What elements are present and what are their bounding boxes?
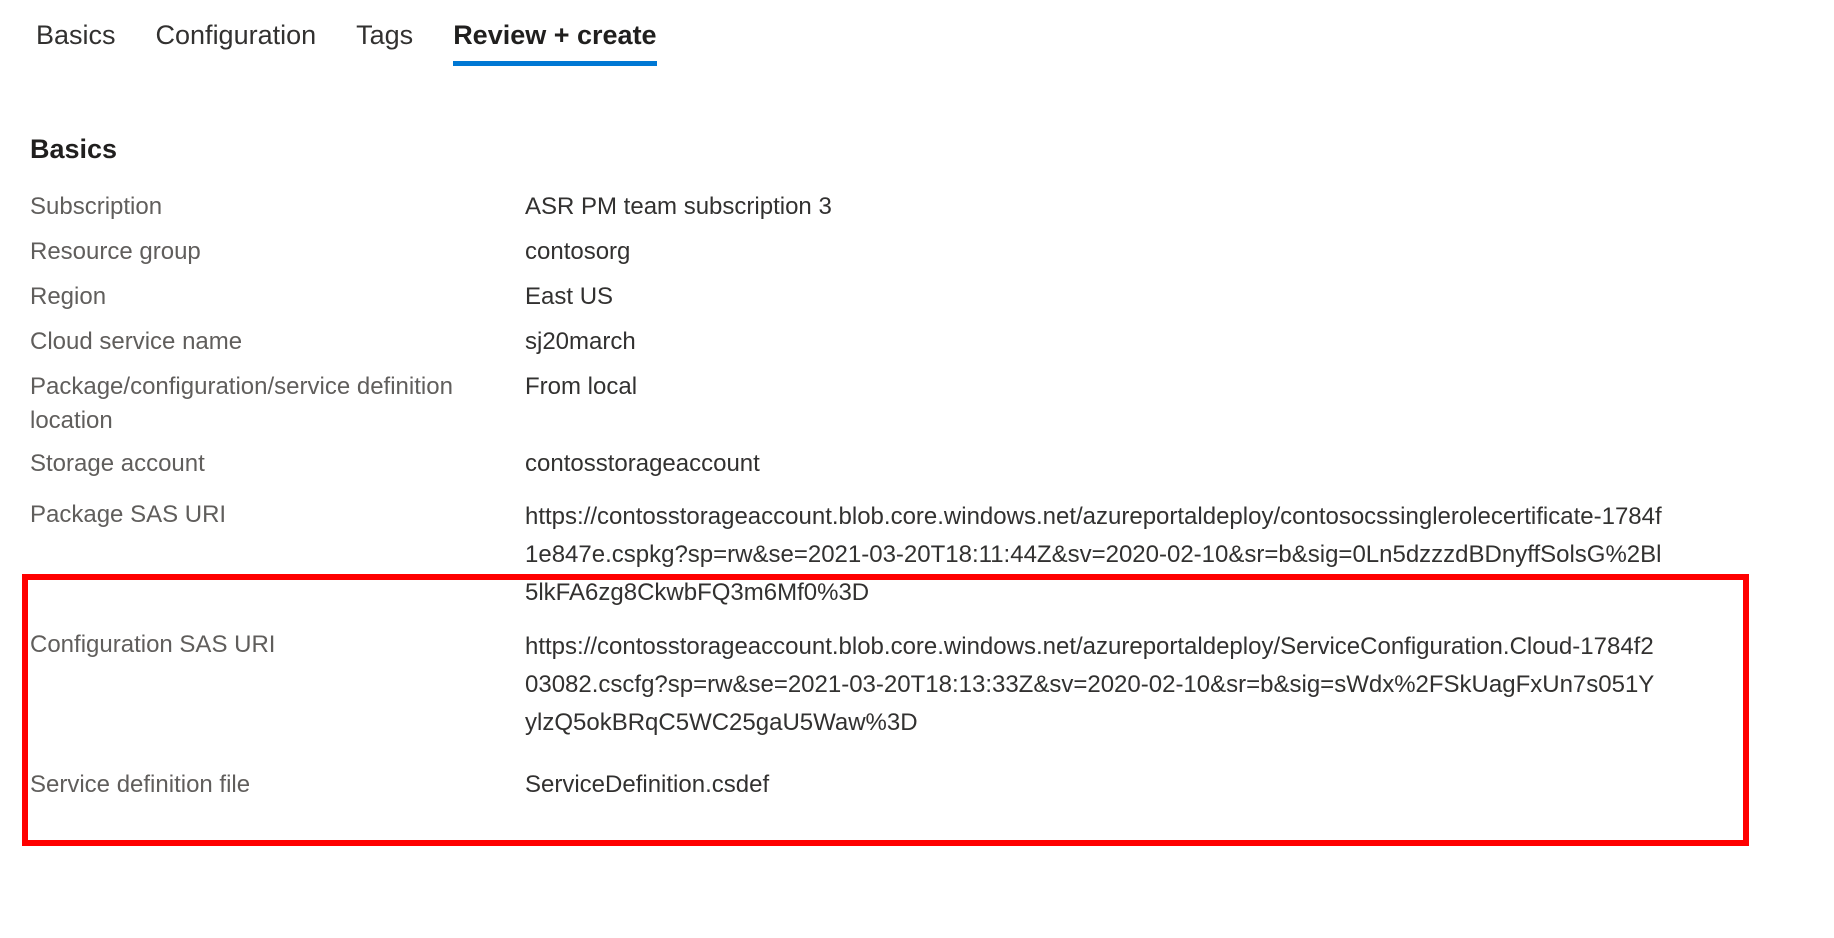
field-label-package-sas-uri: Package SAS URI (30, 501, 227, 528)
table-row: Configuration SAS URI https://contosstor… (30, 628, 1730, 758)
field-label-service-definition-file: Service definition file (30, 771, 251, 798)
review-summary-table: Subscription ASR PM team subscription 3 … (30, 188, 1730, 813)
tab-active-underline (453, 61, 657, 66)
tab-label: Tags (356, 20, 414, 50)
tab-basics[interactable]: Basics (16, 0, 136, 72)
tab-review-create[interactable]: Review + create (433, 0, 676, 72)
field-value-package-sas-uri: https://contosstorageaccount.blob.core.w… (525, 498, 1730, 628)
table-row: Service definition file ServiceDefinitio… (30, 758, 1730, 813)
field-label-region: Region (30, 283, 107, 310)
field-label-package-location: Package/configuration/service definition… (30, 373, 453, 434)
field-value-service-definition-file: ServiceDefinition.csdef (525, 771, 770, 798)
field-label-subscription: Subscription (30, 193, 163, 220)
package-sas-uri-text: https://contosstorageaccount.blob.core.w… (525, 503, 1662, 606)
table-row: Storage account contosstorageaccount (30, 447, 1730, 498)
field-value-resource-group: contosorg (525, 238, 631, 265)
configuration-sas-uri-text: https://contosstorageaccount.blob.core.w… (525, 633, 1655, 736)
table-row: Subscription ASR PM team subscription 3 (30, 188, 1730, 235)
table-row: Resource group contosorg (30, 235, 1730, 280)
field-label-configuration-sas-uri: Configuration SAS URI (30, 631, 276, 658)
field-label-storage-account: Storage account (30, 450, 205, 477)
table-row: Cloud service name sj20march (30, 325, 1730, 370)
field-value-package-location: From local (525, 373, 638, 400)
tab-label: Configuration (155, 20, 317, 50)
field-label-cloud-service-name: Cloud service name (30, 328, 243, 355)
field-value-subscription: ASR PM team subscription 3 (525, 193, 832, 220)
field-value-cloud-service-name: sj20march (525, 328, 636, 355)
field-label-resource-group: Resource group (30, 238, 201, 265)
table-row: Region East US (30, 280, 1730, 325)
tab-label: Review + create (453, 20, 657, 50)
tab-configuration[interactable]: Configuration (136, 0, 337, 72)
field-value-configuration-sas-uri: https://contosstorageaccount.blob.core.w… (525, 628, 1730, 758)
table-row: Package SAS URI https://contosstorageacc… (30, 498, 1730, 628)
wizard-tab-bar: Basics Configuration Tags Review + creat… (0, 0, 1834, 86)
field-value-region: East US (525, 283, 614, 310)
tab-label: Basics (36, 20, 116, 50)
table-row: Package/configuration/service definition… (30, 370, 1730, 447)
tab-tags[interactable]: Tags (336, 0, 433, 72)
section-heading-basics: Basics (30, 134, 118, 164)
field-value-storage-account: contosstorageaccount (525, 450, 760, 477)
